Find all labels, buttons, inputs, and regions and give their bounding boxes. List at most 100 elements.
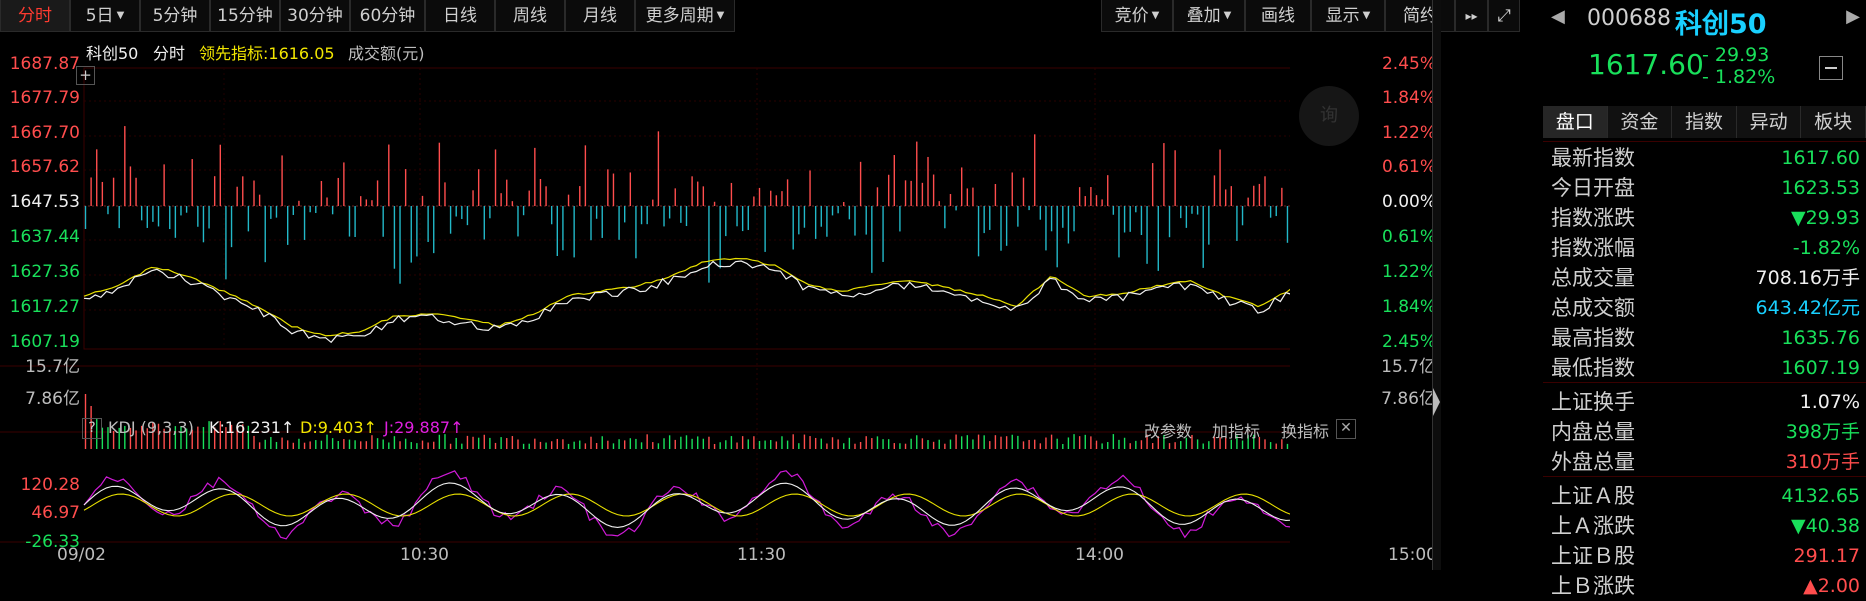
stat-row: 上Ｂ涨跌 ▲2.00	[1543, 571, 1866, 601]
time-axis-label: 15:00	[1388, 545, 1437, 565]
panel-tab-0[interactable]: 盘口	[1543, 106, 1608, 138]
price-axis-left-label: 1687.87	[9, 54, 80, 74]
legend-volume-label: 成交额(元)	[348, 44, 425, 63]
stat-label: 总成交量	[1551, 266, 1635, 290]
panel-splitter[interactable]	[1432, 0, 1441, 570]
kdj-k-line	[83, 482, 1290, 528]
panel-tabs: 盘口 资金 指数 异动 板块	[1543, 106, 1866, 138]
volume-axis-left-label: 7.86亿	[25, 389, 80, 409]
time-axis-label: 10:30	[400, 545, 449, 565]
collapse-icon[interactable]	[1819, 56, 1843, 80]
stat-label: 上Ａ涨跌	[1551, 514, 1635, 538]
price-axis-right-label: 1.84%	[1381, 88, 1436, 108]
legend-name: 科创50	[86, 44, 139, 63]
panel-tab-4[interactable]: 板块	[1801, 106, 1866, 138]
volume-axis-right-label: 15.7亿	[1381, 357, 1436, 377]
tool-button-3[interactable]: 显示 ▼	[1311, 0, 1385, 32]
price-axis-right-label: 1.22%	[1381, 123, 1436, 143]
stat-value: 1.07%	[1799, 391, 1860, 413]
add-indicator-button[interactable]: 加指标	[1212, 418, 1260, 442]
expand-icon[interactable]: ⤢	[1488, 0, 1520, 32]
price-axis-right-label: 0.61%	[1381, 157, 1436, 177]
price-axis-left-label: 1667.70	[9, 123, 80, 143]
price-axis-right-label: 0.00%	[1381, 192, 1436, 212]
price-axis-left-label: 1637.44	[9, 227, 80, 247]
stat-row: 上证Ａ股 4132.65	[1543, 481, 1866, 511]
stat-label: 外盘总量	[1551, 450, 1635, 474]
legend-mode: 分时	[153, 44, 186, 63]
switch-indicator-button[interactable]: 换指标	[1281, 418, 1329, 442]
section-divider	[1543, 382, 1866, 383]
volume-axis-left-label: 15.7亿	[25, 357, 80, 377]
kdj-k-value: K:16.231↑	[209, 418, 295, 437]
section-divider	[1543, 141, 1866, 142]
stat-label: 指数涨跌	[1551, 206, 1635, 230]
volume-axis-right-label: 7.86亿	[1381, 389, 1436, 409]
stat-row: 最高指数 1635.76	[1543, 323, 1866, 353]
price-line	[83, 260, 1290, 344]
tool-button-label: 显示	[1325, 6, 1360, 26]
kdj-d-line	[83, 493, 1290, 517]
price-change: - 29.93	[1702, 44, 1770, 66]
stat-value: 4132.65	[1781, 485, 1860, 507]
price-axis-left-label: 1657.62	[9, 157, 80, 177]
stat-row: 指数涨跌 ▼29.93	[1543, 203, 1866, 233]
stat-label: 最新指数	[1551, 146, 1635, 170]
stat-value: 310万手	[1785, 451, 1860, 473]
time-axis-label: 09/02	[57, 545, 106, 565]
stock-name: 科创50	[1675, 9, 1767, 40]
price-axis-right-label: 2.45%	[1381, 332, 1436, 352]
price-axis-right-label: 1.84%	[1381, 297, 1436, 317]
price-axis-left-label: 1677.79	[9, 88, 80, 108]
panel-tab-1[interactable]: 资金	[1607, 106, 1673, 138]
modify-params-button[interactable]: 改参数	[1144, 418, 1192, 442]
stat-label: 总成交额	[1551, 296, 1635, 320]
stat-value: 398万手	[1785, 421, 1860, 443]
collapse-arrow-icon[interactable]	[1433, 388, 1440, 416]
kdj-name[interactable]: KDJ (9,3,3)	[108, 418, 194, 437]
watermark-icon: 询	[1299, 86, 1359, 146]
time-axis-label: 11:30	[737, 545, 786, 565]
kdj-j-line	[83, 470, 1290, 540]
kdj-d-value: D:9.403↑	[300, 418, 377, 437]
stat-label: 最高指数	[1551, 326, 1635, 350]
stat-row: 上Ａ涨跌 ▼40.38	[1543, 511, 1866, 541]
close-indicator-icon[interactable]: ✕	[1336, 419, 1356, 439]
intraday-chart[interactable]	[0, 0, 1290, 570]
tool-button-4[interactable]: 简约	[1385, 0, 1455, 32]
stat-row: 内盘总量 398万手	[1543, 417, 1866, 447]
price-axis-right-label: 2.45%	[1381, 54, 1436, 74]
stat-row: 总成交额 643.42亿元	[1543, 293, 1866, 323]
stat-row: 上证换手 1.07%	[1543, 387, 1866, 417]
stat-value: ▼40.38	[1790, 515, 1860, 537]
stat-value: 1607.19	[1781, 357, 1860, 379]
next-stock-icon[interactable]: ▶	[1846, 6, 1860, 27]
price-axis-left-label: 1627.36	[9, 262, 80, 282]
stat-label: 指数涨幅	[1551, 236, 1635, 260]
kdj-help-icon[interactable]: ?	[82, 418, 102, 439]
current-price: 1617.60	[1588, 48, 1704, 81]
price-axis-right-label: 0.61%	[1381, 227, 1436, 247]
time-axis-label: 14:00	[1075, 545, 1124, 565]
panel-tab-3[interactable]: 异动	[1736, 106, 1802, 138]
kdj-axis-label: 46.97	[31, 503, 80, 523]
prev-stock-icon[interactable]: ◀	[1551, 6, 1565, 27]
stat-row: 指数涨幅 -1.82%	[1543, 233, 1866, 263]
kdj-axis-label: 120.28	[20, 475, 80, 495]
stat-value: 708.16万手	[1755, 267, 1860, 289]
stat-label: 内盘总量	[1551, 420, 1635, 444]
panel-tab-2[interactable]: 指数	[1672, 106, 1737, 138]
stat-label: 最低指数	[1551, 356, 1635, 380]
stat-value: ▲2.00	[1803, 575, 1860, 597]
stat-label: 上证Ａ股	[1551, 484, 1635, 508]
stat-value: 643.42亿元	[1755, 297, 1860, 319]
stock-code: 000688	[1587, 6, 1671, 31]
quote-panel: ◀ ▶ 000688 科创50 1617.60 - 29.93 - 1.82% …	[1543, 0, 1866, 598]
stat-row: 最低指数 1607.19	[1543, 353, 1866, 383]
stat-label: 上Ｂ涨跌	[1551, 574, 1635, 598]
stat-value: 291.17	[1793, 545, 1860, 567]
stat-value: 1635.76	[1781, 327, 1860, 349]
double-chevron-right-icon[interactable]: ▸▸	[1455, 0, 1488, 32]
price-axis-left-label: 1617.27	[9, 297, 80, 317]
price-axis-left-label: 1607.19	[9, 332, 80, 352]
